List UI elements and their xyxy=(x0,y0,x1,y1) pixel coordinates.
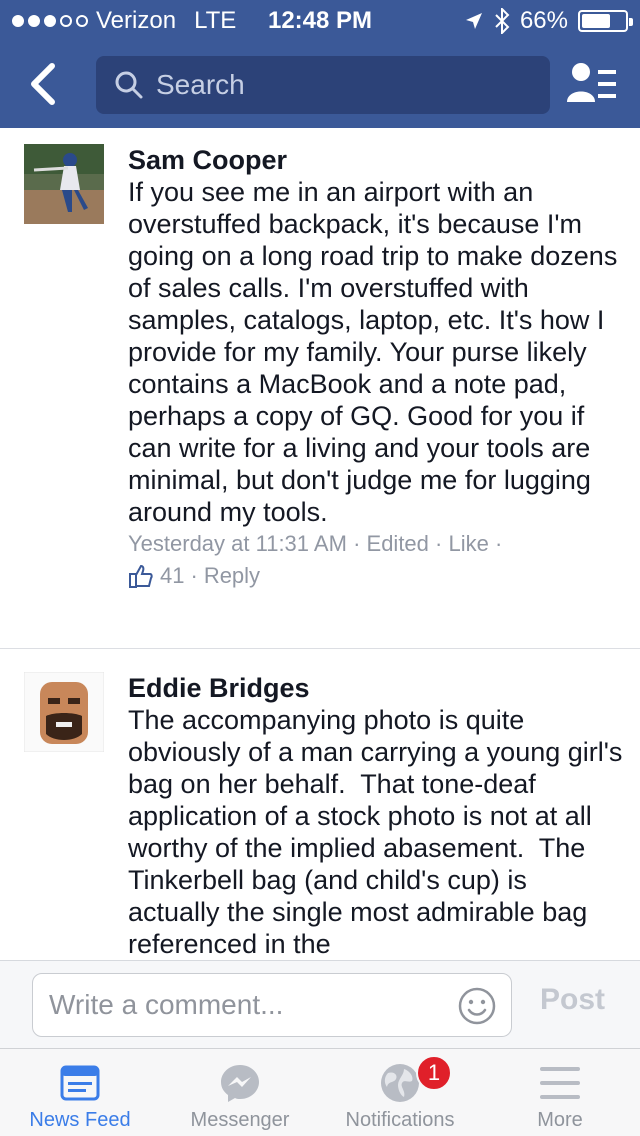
comment-input[interactable]: Write a comment... xyxy=(32,973,512,1037)
comment-actions: 41 · Reply xyxy=(128,560,624,592)
globe-icon xyxy=(381,1064,419,1102)
emoji-icon[interactable] xyxy=(457,986,497,1026)
avatar[interactable] xyxy=(24,672,104,752)
tab-label: Messenger xyxy=(190,1109,290,1131)
tab-more[interactable]: More xyxy=(480,1049,640,1136)
search-placeholder: Search xyxy=(156,69,245,100)
tab-label: Notifications xyxy=(345,1109,455,1131)
status-right: 66% xyxy=(464,7,633,35)
chevron-left-icon[interactable] xyxy=(22,58,66,110)
comments-list: Sam Cooper If you see me in an airport w… xyxy=(0,128,640,960)
battery-icon xyxy=(578,10,633,32)
menu-icon xyxy=(540,1067,580,1099)
comment-timestamp[interactable]: Yesterday at 11:31 AM xyxy=(128,531,347,556)
notification-badge: 1 xyxy=(416,1055,452,1091)
comment-author[interactable]: Eddie Bridges xyxy=(128,672,624,704)
bluetooth-icon xyxy=(495,8,510,34)
comment-composer: Write a comment... Post xyxy=(0,960,640,1048)
comment-author[interactable]: Sam Cooper xyxy=(128,144,624,176)
comment-text: The accompanying photo is quite obviousl… xyxy=(128,705,630,959)
comment-body: Sam Cooper If you see me in an airport w… xyxy=(128,144,624,592)
status-bar: Verizon LTE 12:48 PM 66% xyxy=(0,0,640,40)
messenger-icon xyxy=(221,1065,259,1102)
battery-fill xyxy=(582,14,610,28)
battery-percent: 66% xyxy=(519,7,568,34)
thumbs-up-icon xyxy=(129,564,153,588)
comment-body: Eddie Bridges The accompanying photo is … xyxy=(128,672,624,960)
tab-messenger[interactable]: Messenger xyxy=(160,1049,320,1136)
news-feed-icon xyxy=(60,1065,100,1101)
comment-text: If you see me in an airport with an over… xyxy=(128,177,625,527)
comment-placeholder: Write a comment... xyxy=(49,989,284,1020)
reply-button[interactable]: Reply xyxy=(204,560,260,592)
friends-list-icon[interactable] xyxy=(566,60,618,108)
edited-label[interactable]: Edited xyxy=(367,531,429,556)
like-count[interactable]: 41 xyxy=(160,560,184,592)
search-icon xyxy=(115,71,143,99)
location-icon xyxy=(465,13,482,29)
search-input[interactable]: Search xyxy=(96,56,550,114)
comment-divider xyxy=(0,648,640,649)
tab-label: News Feed xyxy=(29,1109,131,1131)
nav-bar: Search xyxy=(0,40,640,128)
tab-bar: News Feed Messenger Notifications 1 More xyxy=(0,1048,640,1136)
avatar[interactable] xyxy=(24,144,104,224)
post-button[interactable]: Post xyxy=(540,983,605,1017)
comment-meta: Yesterday at 11:31 AM · Edited · Like · xyxy=(128,531,503,556)
tab-label: More xyxy=(537,1109,583,1131)
like-button[interactable]: Like xyxy=(448,531,488,556)
tab-notifications[interactable]: Notifications xyxy=(320,1049,480,1136)
tab-news-feed[interactable]: News Feed xyxy=(0,1049,160,1136)
top-bar: Verizon LTE 12:48 PM 66% Search xyxy=(0,0,640,128)
